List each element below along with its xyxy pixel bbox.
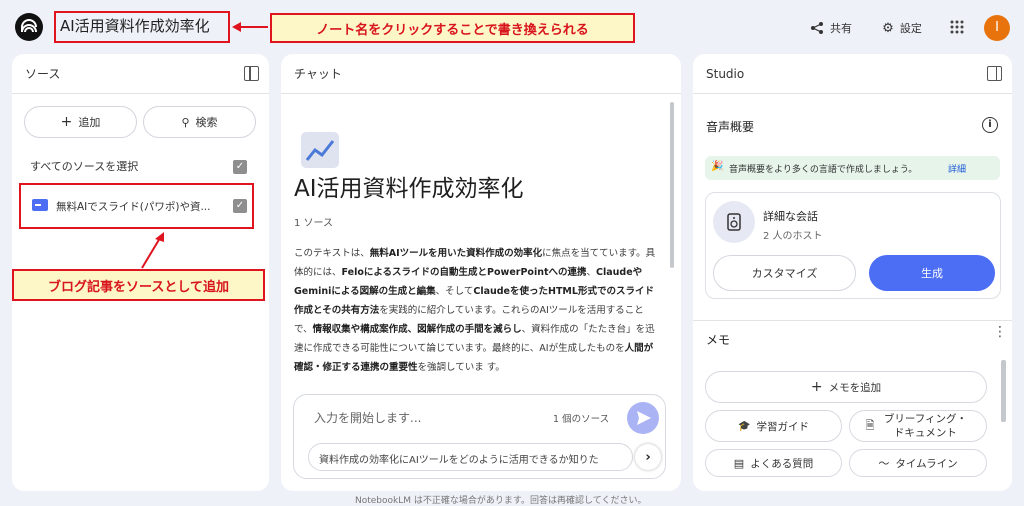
document-icon: 🗎 <box>865 419 875 432</box>
select-all-checkbox[interactable]: ✓ <box>233 160 247 174</box>
logo-icon <box>21 19 37 33</box>
memo-more-icon[interactable]: ⋮ <box>993 325 1007 339</box>
source-count: 1 ソース <box>294 218 334 229</box>
title-highlight-box <box>54 11 230 43</box>
search-sparkle-icon: ⚲ <box>181 115 190 129</box>
chat-scrollbar[interactable] <box>670 102 674 268</box>
add-memo-button[interactable]: + メモを追加 <box>705 371 987 403</box>
briefing-label: ブリーフィング・ドキュメント <box>883 413 967 439</box>
search-source-button[interactable]: ⚲ 検索 <box>143 106 256 138</box>
studio-title: Studio <box>706 67 745 81</box>
briefing-button[interactable]: 🗎 ブリーフィング・ドキュメント <box>849 410 987 442</box>
timeline-label: タイムライン <box>895 457 958 470</box>
audio-card-icon-wrap <box>713 201 755 243</box>
avatar[interactable]: I <box>984 15 1010 41</box>
faq-icon: ▤ <box>733 456 745 470</box>
chevron-right-icon: › <box>645 450 651 465</box>
generate-label: 生成 <box>921 267 943 280</box>
customize-button[interactable]: カスタマイズ <box>713 255 856 291</box>
callout-arrow-title <box>232 22 268 32</box>
audio-card: 詳細な会話 2 人のホスト カスタマイズ 生成 <box>705 192 1001 299</box>
select-all-label: すべてのソースを選択 <box>30 160 139 173</box>
plus-icon: + <box>810 379 823 395</box>
notebooklm-logo[interactable] <box>15 13 43 41</box>
memo-title: メモ <box>706 333 731 347</box>
avatar-letter: I <box>995 20 999 35</box>
apps-icon <box>950 20 964 34</box>
studio-scrollbar[interactable] <box>1001 360 1006 422</box>
source-highlight-box <box>19 183 254 229</box>
language-banner: 🎉 音声概要をより多くの言語で作成しましょう。 詳細 <box>705 156 1000 180</box>
apps-grid-icon[interactable] <box>950 20 964 34</box>
share-icon <box>811 22 823 34</box>
sources-header: ソース <box>12 54 269 94</box>
footer-disclaimer: NotebookLM は不正確な場合があります。回答は再確認してください。 <box>355 496 647 506</box>
sources-panel: ソース + 追加 ⚲ 検索 すべてのソースを選択 ✓ 無料AIでスライド(パワポ… <box>12 54 269 491</box>
banner-detail-link[interactable]: 詳細 <box>948 162 966 175</box>
plus-icon: + <box>60 114 73 130</box>
suggestion-text: 資料作成の効率化にAIツールをどのように活用できるか知りた <box>319 455 599 466</box>
studio-panel: Studio 音声概要 i 🎉 音声概要をより多くの言語で作成しましょう。 詳細… <box>693 54 1012 491</box>
study-guide-label: 学習ガイド <box>756 420 809 433</box>
party-icon: 🎉 <box>711 161 724 172</box>
chat-title: チャット <box>294 67 342 81</box>
conversation-title: 詳細な会話 <box>763 210 818 223</box>
source-callout: ブログ記事をソースとして追加 <box>12 269 265 301</box>
timeline-icon: 〜 <box>878 457 890 470</box>
callout-arrow-source <box>141 232 164 269</box>
info-icon[interactable]: i <box>982 117 998 133</box>
study-guide-button[interactable]: 🎓 学習ガイド <box>705 410 842 442</box>
send-button[interactable] <box>627 402 659 434</box>
settings-button[interactable]: ⚙ 設定 <box>870 14 934 42</box>
chat-header: チャット <box>281 54 681 94</box>
input-source-count: 1 個のソース <box>553 414 610 425</box>
chat-input-box: 入力を開始します... 1 個のソース 資料作成の効率化にAIツールをどのように… <box>293 394 666 479</box>
share-label: 共有 <box>830 22 852 35</box>
chat-input[interactable]: 入力を開始します... <box>314 409 421 426</box>
notebook-summary: このテキストは、無料AIツールを用いた資料作成の効率化に焦点を当てています。具体… <box>294 248 656 373</box>
conversation-hosts: 2 人のホスト <box>763 231 823 242</box>
trend-chart-icon <box>305 140 335 161</box>
search-source-label: 検索 <box>195 116 218 129</box>
add-source-button[interactable]: + 追加 <box>24 106 137 138</box>
studio-divider <box>693 320 1012 321</box>
generate-button[interactable]: 生成 <box>869 255 995 291</box>
title-callout: ノート名をクリックすることで書き換えられる <box>270 13 635 43</box>
sources-title: ソース <box>25 67 61 81</box>
faq-button[interactable]: ▤ よくある質問 <box>705 449 842 477</box>
chat-panel: チャット AI活用資料作成効率化 1 ソース このテキストは、無料AIツールを用… <box>281 54 681 491</box>
notebook-heading: AI活用資料作成効率化 <box>294 176 524 202</box>
send-icon <box>637 411 651 425</box>
timeline-button[interactable]: 〜 タイムライン <box>849 449 987 477</box>
faq-label: よくある質問 <box>750 457 814 470</box>
suggestion-next-button[interactable]: › <box>635 444 661 470</box>
studio-header: Studio <box>693 54 1012 94</box>
share-button[interactable]: 共有 <box>798 14 864 42</box>
settings-label: 設定 <box>899 22 922 35</box>
suggestion-chip[interactable]: 資料作成の効率化にAIツールをどのように活用できるか知りた <box>308 443 633 471</box>
gear-icon: ⚙ <box>882 20 894 36</box>
collapse-studio-icon[interactable] <box>987 66 1002 81</box>
collapse-panel-icon[interactable] <box>244 66 259 81</box>
add-memo-label: メモを追加 <box>828 381 882 394</box>
add-source-label: 追加 <box>78 116 101 129</box>
audio-overview-title: 音声概要 <box>706 120 755 134</box>
banner-text: 音声概要をより多くの言語で作成しましょう。 <box>729 165 918 175</box>
graduation-cap-icon: 🎓 <box>738 420 751 432</box>
customize-label: カスタマイズ <box>751 267 818 280</box>
notebook-emoji-icon <box>301 132 339 168</box>
speaker-icon <box>727 213 741 231</box>
